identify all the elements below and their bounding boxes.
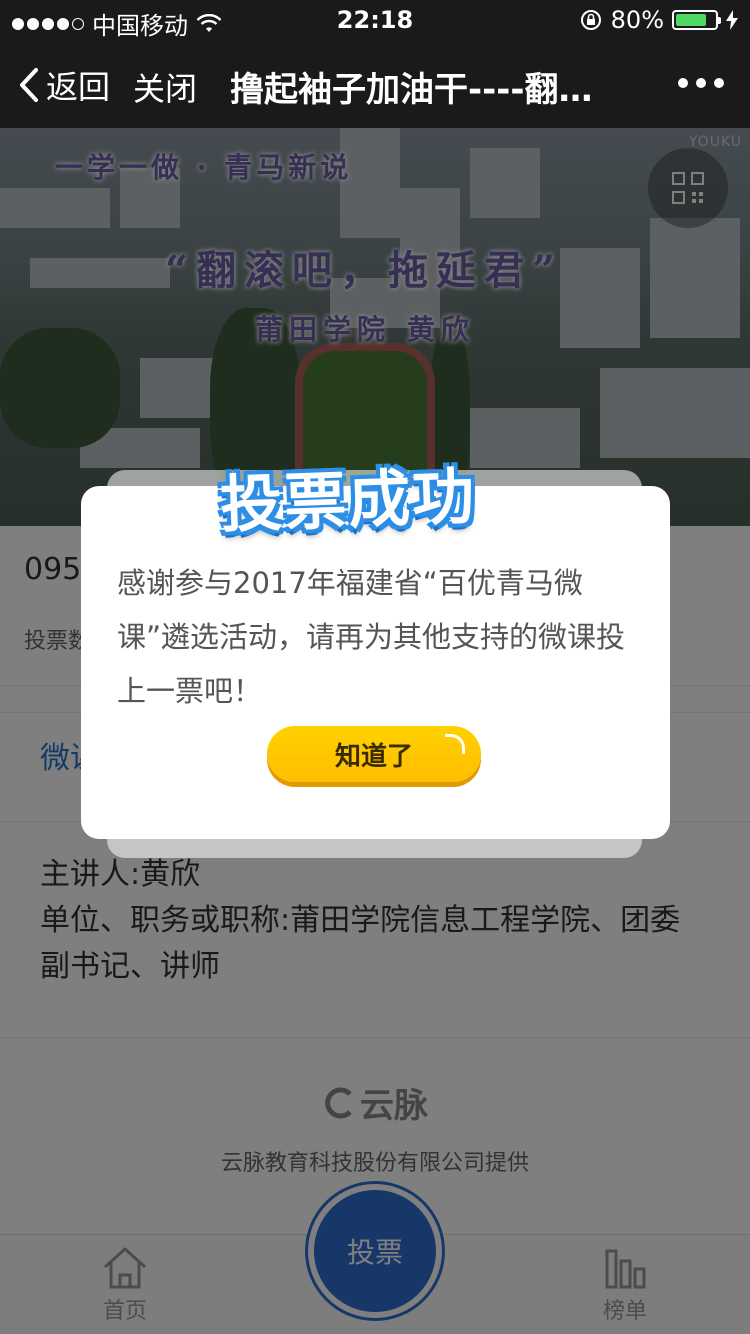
- battery-icon: [672, 10, 721, 30]
- got-it-label: 知道了: [334, 741, 413, 772]
- back-label: 返回: [46, 68, 111, 106]
- charging-icon: [726, 10, 738, 30]
- battery-percent: 80%: [610, 6, 664, 34]
- rotation-lock-icon: [580, 10, 601, 30]
- page-title: 撸起袖子加油干----翻…: [230, 70, 593, 110]
- status-right: 80%: [579, 6, 738, 34]
- more-dot-icon: [696, 78, 706, 88]
- more-dot-icon: [714, 78, 724, 88]
- button-shine-icon: [445, 734, 465, 754]
- status-bar: 中国移动 22:18 80%: [0, 0, 750, 40]
- more-menu-button[interactable]: [678, 78, 724, 88]
- nav-bar: 返回 关闭 撸起袖子加油干----翻…: [0, 40, 750, 128]
- dialog-message: 感谢参与2017年福建省“百优青马微课”遴选活动，请再为其他支持的微课投上一票吧…: [117, 566, 626, 708]
- more-dot-icon: [678, 78, 688, 88]
- close-button[interactable]: 关闭: [133, 64, 197, 110]
- dialog-title: 投票成功: [218, 459, 478, 542]
- back-button[interactable]: 返回: [18, 62, 110, 108]
- got-it-button[interactable]: 知道了: [267, 726, 481, 782]
- chevron-left-icon: [20, 68, 38, 102]
